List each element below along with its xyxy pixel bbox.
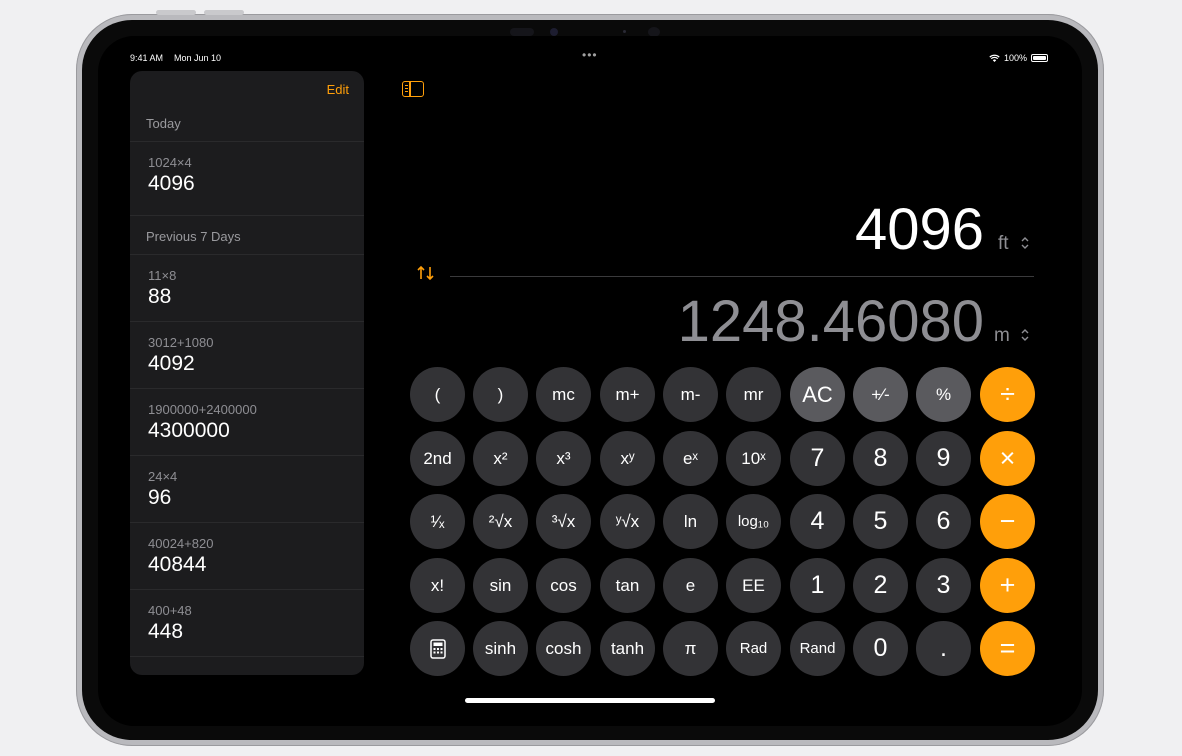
digit-4-key[interactable]: 4	[790, 494, 845, 549]
volume-button	[156, 10, 196, 15]
digit-0-key[interactable]: 0	[853, 621, 908, 676]
history-item[interactable]: 24×4 96	[130, 455, 364, 522]
history-expression: 1024×4	[148, 155, 192, 170]
history-result: 96	[148, 486, 172, 509]
pi-key[interactable]: π	[663, 621, 718, 676]
digit-3-key[interactable]: 3	[916, 558, 971, 613]
section-today: Today	[146, 116, 181, 131]
equals-key[interactable]: =	[980, 621, 1035, 676]
percent-key[interactable]: %	[916, 367, 971, 422]
display-divider	[450, 276, 1034, 277]
status-time: 9:41 AM	[130, 53, 164, 63]
cosh-key[interactable]: cosh	[536, 621, 591, 676]
digit-8-key[interactable]: 8	[853, 431, 908, 486]
history-item[interactable]: 11×8 88	[130, 254, 364, 321]
x-to-y-key[interactable]: xʸ	[600, 431, 655, 486]
home-indicator[interactable]	[465, 698, 715, 703]
section-divider	[130, 656, 364, 675]
screen: 9:41 AM Mon Jun 10 ••• 100% Edit Today 1…	[98, 36, 1082, 726]
edit-button[interactable]: Edit	[327, 82, 349, 97]
e-key[interactable]: e	[663, 558, 718, 613]
digit-5-key[interactable]: 5	[853, 494, 908, 549]
history-result: 4092	[148, 352, 195, 375]
history-item[interactable]: 1024×4 4096	[130, 141, 364, 215]
history-item[interactable]: 40024+820 40844	[130, 522, 364, 589]
status-right: 100%	[989, 53, 1048, 63]
ee-key[interactable]: EE	[726, 558, 781, 613]
ten-to-x-key[interactable]: 10ˣ	[726, 431, 781, 486]
history-result: 4300000	[148, 419, 230, 442]
reciprocal-key[interactable]: ¹⁄ₓ	[410, 494, 465, 549]
history-expression: 40024+820	[148, 536, 214, 551]
calculator-mode-button[interactable]	[410, 621, 465, 676]
mr-key[interactable]: mr	[726, 367, 781, 422]
history-expression: 400+48	[148, 603, 192, 618]
cos-key[interactable]: cos	[536, 558, 591, 613]
calculator-icon	[429, 638, 446, 659]
factorial-key[interactable]: x!	[410, 558, 465, 613]
multitask-dots-icon[interactable]: •••	[582, 48, 598, 62]
cube-root-key[interactable]: ³√x	[536, 494, 591, 549]
tan-key[interactable]: tan	[600, 558, 655, 613]
status-date: Mon Jun 10	[174, 53, 222, 63]
sinh-key[interactable]: sinh	[473, 621, 528, 676]
e-to-x-key[interactable]: eˣ	[663, 431, 718, 486]
sin-key[interactable]: sin	[473, 558, 528, 613]
history-sidebar: Edit Today 1024×4 4096 Previous 7 Days 1…	[130, 71, 364, 675]
history-result: 448	[148, 620, 184, 643]
history-expression: 1900000+2400000	[148, 402, 257, 417]
unit-chevron-icon[interactable]	[1020, 236, 1030, 250]
digit-9-key[interactable]: 9	[916, 431, 971, 486]
decimal-key[interactable]: .	[916, 621, 971, 676]
y-root-key[interactable]: ʸ√x	[600, 494, 655, 549]
volume-button	[204, 10, 244, 15]
plus-minus-key[interactable]: +⁄-	[853, 367, 908, 422]
battery-icon	[1031, 54, 1048, 62]
m-minus-key[interactable]: m-	[663, 367, 718, 422]
battery-percent: 100%	[1003, 53, 1027, 63]
unit-picker-top[interactable]: ft	[998, 233, 1009, 255]
divide-key[interactable]: ÷	[980, 367, 1035, 422]
digit-2-key[interactable]: 2	[853, 558, 908, 613]
log10-key[interactable]: log₁₀	[726, 494, 781, 549]
unit-picker-bottom[interactable]: m	[994, 325, 1010, 347]
history-result: 4096	[148, 172, 195, 195]
open-paren-key[interactable]: (	[410, 367, 465, 422]
rand-key[interactable]: Rand	[790, 621, 845, 676]
secondary-display: 1248.46080	[677, 289, 984, 354]
m-plus-key[interactable]: m+	[600, 367, 655, 422]
wifi-icon	[989, 54, 1000, 62]
add-key[interactable]: +	[980, 558, 1035, 613]
history-item[interactable]: 1900000+2400000 4300000	[130, 388, 364, 455]
history-expression: 24×4	[148, 469, 178, 484]
rad-key[interactable]: Rad	[726, 621, 781, 676]
swap-units-icon[interactable]	[416, 265, 436, 281]
x-squared-key[interactable]: x²	[473, 431, 528, 486]
mc-key[interactable]: mc	[536, 367, 591, 422]
section-previous-7-days: Previous 7 Days	[146, 229, 241, 244]
x-cubed-key[interactable]: x³	[536, 431, 591, 486]
digit-6-key[interactable]: 6	[916, 494, 971, 549]
close-paren-key[interactable]: )	[473, 367, 528, 422]
history-expression: 11×8	[148, 268, 177, 283]
digit-7-key[interactable]: 7	[790, 431, 845, 486]
ac-key[interactable]: AC	[790, 367, 845, 422]
digit-1-key[interactable]: 1	[790, 558, 845, 613]
history-result: 88	[148, 285, 172, 308]
unit-chevron-icon[interactable]	[1020, 328, 1030, 342]
history-item[interactable]: 3012+1080 4092	[130, 321, 364, 388]
history-result: 40844	[148, 553, 207, 576]
history-expression: 3012+1080	[148, 335, 214, 350]
sidebar-toggle-icon[interactable]	[402, 81, 424, 97]
history-item[interactable]: 400+48 448	[130, 589, 364, 656]
primary-display: 4096	[854, 197, 984, 262]
ln-key[interactable]: ln	[663, 494, 718, 549]
square-root-key[interactable]: ²√x	[473, 494, 528, 549]
multiply-key[interactable]: ×	[980, 431, 1035, 486]
tanh-key[interactable]: tanh	[600, 621, 655, 676]
second-key[interactable]: 2nd	[410, 431, 465, 486]
subtract-key[interactable]: −	[980, 494, 1035, 549]
